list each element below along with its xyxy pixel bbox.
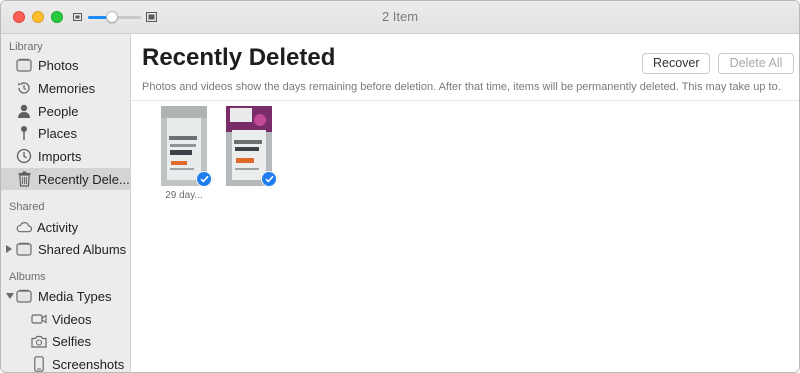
- delete-all-button[interactable]: Delete All: [718, 53, 794, 74]
- recover-button[interactable]: Recover: [642, 53, 710, 74]
- sidebar-item-label: Imports: [38, 148, 82, 164]
- sidebar-item-selfies[interactable]: Selfies: [1, 330, 131, 352]
- sidebar-item-videos[interactable]: Videos: [1, 308, 131, 330]
- sidebar-section-library: Library: [9, 41, 43, 53]
- sidebar-section-albums: Albums: [9, 271, 46, 283]
- shared-album-icon: [16, 241, 32, 257]
- disclosure-collapsed-icon[interactable]: [6, 245, 12, 253]
- sidebar-item-shared-albums[interactable]: Shared Albums: [1, 238, 131, 260]
- sidebar-item-label: Activity: [37, 219, 79, 235]
- divider: [132, 100, 799, 101]
- selfie-camera-icon: [31, 333, 47, 349]
- sidebar-item-label: Photos: [38, 57, 79, 73]
- sidebar: Library Photos Memories People Places Im…: [1, 34, 131, 372]
- cloud-icon: [16, 219, 32, 235]
- trash-icon: [16, 171, 32, 187]
- sidebar-item-memories[interactable]: Memories: [1, 77, 131, 99]
- deletion-notice: Photos and videos show the days remainin…: [142, 81, 782, 93]
- sidebar-item-activity[interactable]: Activity: [1, 216, 131, 238]
- sidebar-item-label: Media Types: [38, 288, 112, 304]
- sidebar-item-media-types[interactable]: Media Types: [1, 285, 131, 307]
- album-folder-icon: [16, 288, 32, 304]
- disclosure-expanded-icon[interactable]: [6, 293, 14, 299]
- sidebar-item-label: Videos: [52, 311, 92, 327]
- sidebar-item-places[interactable]: Places: [1, 122, 131, 144]
- sidebar-item-label: Shared Albums: [38, 241, 127, 257]
- phone-screenshot-icon: [31, 356, 47, 372]
- sidebar-item-people[interactable]: People: [1, 100, 131, 122]
- imports-clock-icon: [16, 148, 32, 164]
- sidebar-item-imports[interactable]: Imports: [1, 145, 131, 167]
- video-camera-icon: [31, 311, 47, 327]
- sidebar-item-label: People: [38, 103, 79, 119]
- sidebar-item-label: Screenshots: [52, 356, 125, 372]
- window-title: 2 Item: [381, 9, 419, 24]
- selected-checkmark-icon: [196, 171, 212, 187]
- sidebar-item-label: Places: [38, 125, 78, 141]
- thumbnail-caption: 29 day...: [165, 190, 203, 201]
- places-pin-icon: [16, 125, 32, 141]
- title-bar: 2 Item: [1, 1, 799, 34]
- sidebar-item-screenshots[interactable]: Screenshots: [1, 353, 131, 372]
- sidebar-item-recently-deleted[interactable]: Recently Dele...: [1, 168, 131, 190]
- selected-checkmark-icon: [261, 171, 277, 187]
- sidebar-item-label: Recently Dele...: [38, 171, 130, 187]
- sidebar-section-shared: Shared: [9, 201, 45, 213]
- page-title: Recently Deleted: [142, 44, 336, 71]
- main-content: Recently Deleted Recover Delete All Phot…: [132, 34, 799, 372]
- people-icon: [16, 103, 32, 119]
- memories-icon: [16, 80, 32, 96]
- photos-window: 2 Item Library Photos Memories People Pl…: [0, 0, 800, 373]
- sidebar-item-label: Memories: [38, 80, 96, 96]
- sidebar-item-photos[interactable]: Photos: [1, 54, 131, 76]
- sidebar-item-label: Selfies: [52, 333, 92, 349]
- photos-icon: [16, 57, 32, 73]
